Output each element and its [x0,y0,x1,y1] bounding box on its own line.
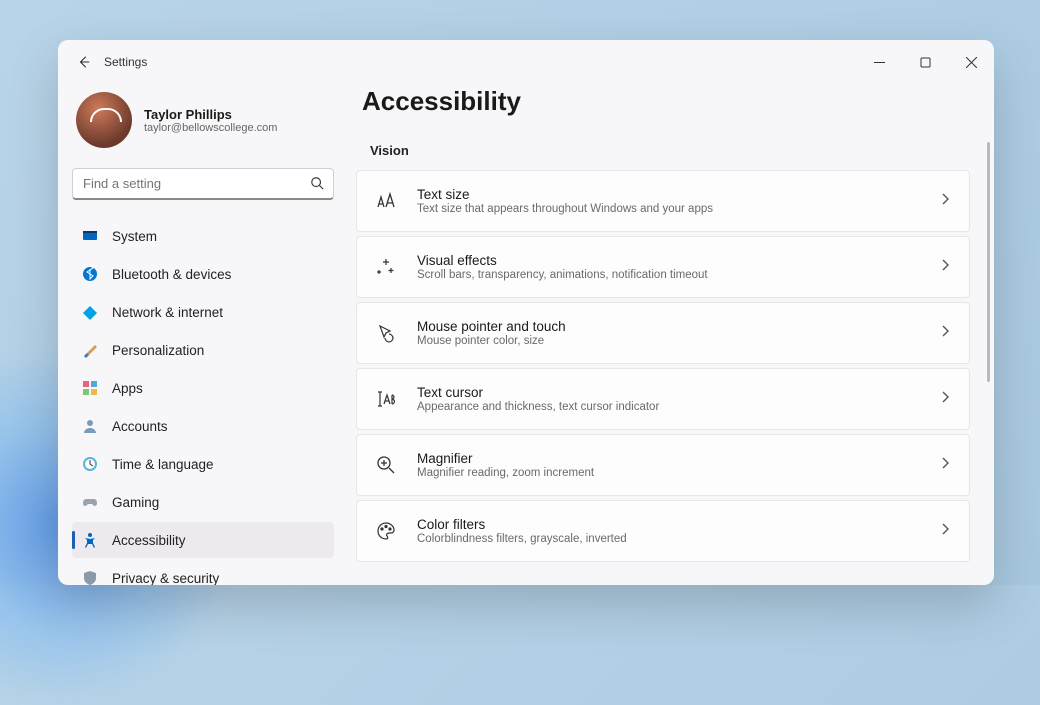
card-title: Visual effects [417,253,919,268]
card-list: Text size Text size that appears through… [356,170,970,562]
cursor-icon [375,322,397,344]
app-title: Settings [104,55,147,69]
sidebar-item-bluetooth[interactable]: Bluetooth & devices [72,256,334,292]
paintbrush-icon [82,342,98,358]
scrollbar[interactable] [987,142,990,382]
section-label: Vision [370,143,970,158]
card-magnifier[interactable]: Magnifier Magnifier reading, zoom increm… [356,434,970,496]
sidebar-item-accounts[interactable]: Accounts [72,408,334,444]
card-text-cursor[interactable]: Text cursor Appearance and thickness, te… [356,368,970,430]
palette-icon [375,520,397,542]
maximize-button[interactable] [902,46,948,78]
chevron-right-icon [939,456,951,474]
chevron-right-icon [939,258,951,276]
card-sub: Scroll bars, transparency, animations, n… [417,269,919,281]
apps-icon [82,380,98,396]
sidebar-item-time[interactable]: Time & language [72,446,334,482]
sidebar-item-personalization[interactable]: Personalization [72,332,334,368]
person-icon [82,418,98,434]
card-text-size[interactable]: Text size Text size that appears through… [356,170,970,232]
caption-controls [856,46,994,78]
sparkle-icon [375,256,397,278]
search [72,168,334,200]
card-sub: Magnifier reading, zoom increment [417,467,919,479]
nav-label: Privacy & security [112,571,219,586]
nav-label: Accounts [112,419,168,434]
card-mouse-pointer[interactable]: Mouse pointer and touch Mouse pointer co… [356,302,970,364]
nav-label: Gaming [112,495,159,510]
settings-window: Settings Taylor Phillips taylor@bellowsc… [58,40,994,585]
card-title: Mouse pointer and touch [417,319,919,334]
close-button[interactable] [948,46,994,78]
card-title: Color filters [417,517,919,532]
avatar [76,92,132,148]
accessibility-icon [82,532,98,548]
bluetooth-icon [82,266,98,282]
sidebar-item-network[interactable]: Network & internet [72,294,334,330]
system-icon [82,228,98,244]
nav: System Bluetooth & devices Network & int… [72,218,334,585]
sidebar-item-gaming[interactable]: Gaming [72,484,334,520]
card-title: Text cursor [417,385,919,400]
page-title: Accessibility [362,86,970,117]
card-sub: Mouse pointer color, size [417,335,919,347]
nav-label: Time & language [112,457,214,472]
magnifier-icon [375,454,397,476]
content: Accessibility Vision Text size Text size… [348,84,994,585]
card-sub: Text size that appears throughout Window… [417,203,919,215]
card-visual-effects[interactable]: Visual effects Scroll bars, transparency… [356,236,970,298]
gamepad-icon [82,494,98,510]
card-color-filters[interactable]: Color filters Colorblindness filters, gr… [356,500,970,562]
card-sub: Colorblindness filters, grayscale, inver… [417,533,919,545]
search-input[interactable] [72,168,334,200]
card-title: Text size [417,187,919,202]
profile-email: taylor@bellowscollege.com [144,122,277,134]
chevron-right-icon [939,390,951,408]
nav-label: Network & internet [112,305,223,320]
sidebar-item-system[interactable]: System [72,218,334,254]
nav-label: System [112,229,157,244]
clock-icon [82,456,98,472]
sidebar-item-privacy[interactable]: Privacy & security [72,560,334,585]
sidebar: Taylor Phillips taylor@bellowscollege.co… [58,84,348,585]
wifi-icon [82,304,98,320]
back-button[interactable] [70,48,98,76]
profile[interactable]: Taylor Phillips taylor@bellowscollege.co… [72,88,334,162]
nav-label: Apps [112,381,143,396]
card-title: Magnifier [417,451,919,466]
search-icon [310,176,324,195]
sidebar-item-accessibility[interactable]: Accessibility [72,522,334,558]
text-cursor-icon [375,388,397,410]
chevron-right-icon [939,522,951,540]
card-sub: Appearance and thickness, text cursor in… [417,401,919,413]
chevron-right-icon [939,324,951,342]
text-size-icon [375,190,397,212]
nav-label: Accessibility [112,533,186,548]
shield-icon [82,570,98,585]
titlebar: Settings [58,40,994,84]
nav-label: Personalization [112,343,204,358]
profile-name: Taylor Phillips [144,107,277,122]
chevron-right-icon [939,192,951,210]
minimize-button[interactable] [856,46,902,78]
sidebar-item-apps[interactable]: Apps [72,370,334,406]
nav-label: Bluetooth & devices [112,267,231,282]
